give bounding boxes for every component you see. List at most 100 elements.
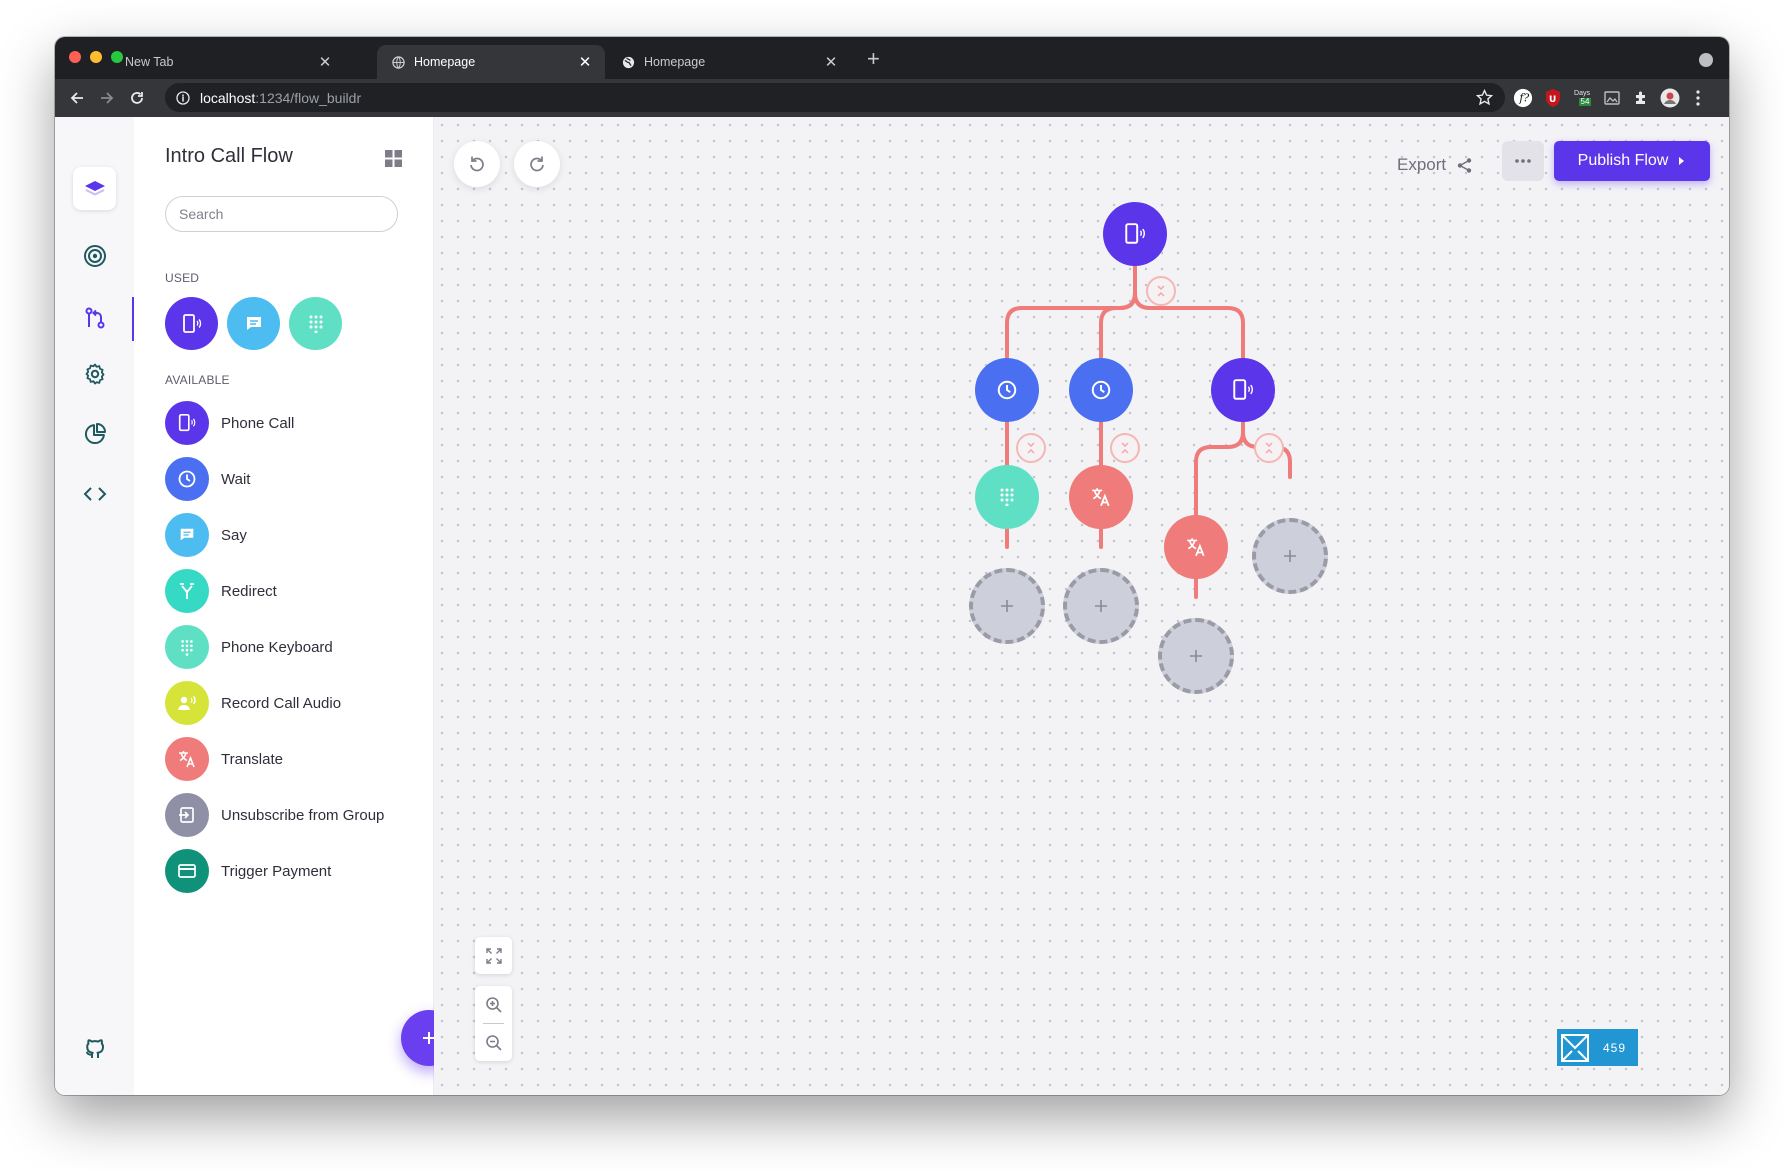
flow-node-phone-keyboard[interactable] xyxy=(975,465,1039,529)
zoom-in-button[interactable] xyxy=(475,986,512,1023)
collapse-toggle[interactable] xyxy=(1016,433,1046,463)
add-step-placeholder[interactable] xyxy=(1158,618,1234,694)
flow-graph xyxy=(434,117,1729,1095)
clock-icon xyxy=(165,457,209,501)
target-icon[interactable] xyxy=(82,243,108,269)
new-tab-button[interactable]: + xyxy=(867,48,880,70)
browser-menu-icon[interactable] xyxy=(1688,88,1708,108)
flow-title: Intro Call Flow xyxy=(165,145,293,167)
nav-rail xyxy=(55,117,135,1095)
flow-branch-icon[interactable] xyxy=(82,305,108,331)
tab-search-icon[interactable] xyxy=(1699,53,1713,67)
expand-icon xyxy=(485,947,502,964)
add-step-placeholder[interactable] xyxy=(969,568,1045,644)
grid-view-icon[interactable] xyxy=(385,150,402,167)
available-redirect[interactable]: Redirect xyxy=(165,569,277,613)
tab-close-icon[interactable]: ✕ xyxy=(317,54,333,71)
fit-view-control xyxy=(475,937,512,974)
flow-node-phone-call-2[interactable] xyxy=(1211,358,1275,422)
available-phone-call[interactable]: Phone Call xyxy=(165,401,294,445)
flow-node-wait-1[interactable] xyxy=(975,358,1039,422)
node-label: Record Call Audio xyxy=(221,694,342,712)
github-icon[interactable] xyxy=(82,1037,108,1063)
plus-icon xyxy=(1095,600,1107,612)
tab-new-tab[interactable]: New Tab ✕ xyxy=(125,45,345,79)
collapse-chevrons-icon xyxy=(1157,285,1165,297)
available-wait[interactable]: Wait xyxy=(165,457,250,501)
collapse-toggle[interactable] xyxy=(1146,276,1176,306)
used-phone-keyboard-node[interactable] xyxy=(289,297,342,350)
tab-close-icon[interactable]: ✕ xyxy=(577,54,593,71)
node-label: Wait xyxy=(221,470,251,488)
flow-node-wait-2[interactable] xyxy=(1069,358,1133,422)
code-icon[interactable] xyxy=(82,481,108,507)
close-window-button[interactable] xyxy=(69,51,81,63)
envelope-icon xyxy=(1561,1033,1589,1062)
tab-strip: New Tab ✕ Homepage ✕ Homepage ✕ + xyxy=(55,37,1729,79)
available-record-call-audio[interactable]: Record Call Audio xyxy=(165,681,341,725)
used-phone-call-node[interactable] xyxy=(165,297,218,350)
phone-icon xyxy=(182,313,201,333)
collapse-toggle[interactable] xyxy=(1110,433,1140,463)
bookmark-star-icon[interactable] xyxy=(1476,89,1493,106)
used-section-label: USED xyxy=(165,271,200,285)
tab-homepage[interactable]: Homepage ✕ xyxy=(607,45,851,79)
info-icon[interactable] xyxy=(176,90,190,105)
available-phone-keyboard[interactable]: Phone Keyboard xyxy=(165,625,333,669)
fit-view-button[interactable] xyxy=(475,937,512,974)
reload-icon[interactable] xyxy=(127,88,147,108)
node-label: Say xyxy=(221,526,247,544)
minimize-window-button[interactable] xyxy=(90,51,102,63)
flow-node-translate-1[interactable] xyxy=(1069,465,1133,529)
ublock-icon[interactable]: U xyxy=(1543,88,1563,108)
redirect-icon xyxy=(165,569,209,613)
flow-node-phone-call-root[interactable] xyxy=(1103,202,1167,266)
unsubscribe-icon xyxy=(165,793,209,837)
profile-avatar-icon[interactable] xyxy=(1660,88,1680,108)
gear-icon[interactable] xyxy=(82,361,108,387)
back-arrow-icon[interactable] xyxy=(67,88,87,108)
node-label: Redirect xyxy=(221,582,277,600)
flow-canvas[interactable]: Export Publish Flow 459 xyxy=(434,117,1729,1095)
collapse-toggle[interactable] xyxy=(1254,433,1284,463)
search-input[interactable] xyxy=(165,196,398,232)
tab-close-icon[interactable]: ✕ xyxy=(823,54,839,71)
available-trigger-payment[interactable]: Trigger Payment xyxy=(165,849,331,893)
days-counter-icon[interactable]: Days 54 xyxy=(1572,88,1592,108)
phone-icon xyxy=(1125,223,1145,244)
plus-icon xyxy=(1190,650,1202,662)
keypad-icon xyxy=(165,625,209,669)
clock-icon xyxy=(1091,380,1111,400)
counter-badge[interactable]: 459 xyxy=(1557,1029,1638,1066)
tab-title: Homepage xyxy=(644,55,706,69)
collapse-chevrons-icon xyxy=(1121,442,1129,454)
available-section-label: AVAILABLE xyxy=(165,373,230,387)
zoom-out-button[interactable] xyxy=(475,1024,512,1061)
node-label: Unsubscribe from Group xyxy=(221,806,385,824)
address-bar[interactable]: localhost:1234/flow_buildr xyxy=(165,83,1505,112)
card-icon xyxy=(165,849,209,893)
record-icon xyxy=(165,681,209,725)
flow-node-translate-2[interactable] xyxy=(1164,515,1228,579)
available-unsubscribe-from-group[interactable]: Unsubscribe from Group xyxy=(165,793,384,837)
pie-chart-icon[interactable] xyxy=(82,421,108,447)
globe-icon xyxy=(621,55,635,69)
translate-icon xyxy=(1092,488,1110,507)
flow-builder-app: Intro Call Flow USED AVAILABLE Phone Cal… xyxy=(55,117,1729,1095)
add-step-placeholder[interactable] xyxy=(1252,518,1328,594)
tab-title: Homepage xyxy=(414,55,476,69)
tab-homepage-active[interactable]: Homepage ✕ xyxy=(377,45,605,79)
add-step-placeholder[interactable] xyxy=(1063,568,1139,644)
used-say-node[interactable] xyxy=(227,297,280,350)
maximize-window-button[interactable] xyxy=(111,51,123,63)
font-extension-icon[interactable]: f? xyxy=(1513,88,1533,108)
toolbar: localhost:1234/flow_buildr f? U Days 54 xyxy=(55,79,1729,118)
available-translate[interactable]: Translate xyxy=(165,737,283,781)
available-say[interactable]: Say xyxy=(165,513,247,557)
forward-arrow-icon[interactable] xyxy=(97,88,117,108)
badge-count: 459 xyxy=(1603,1040,1627,1055)
image-extension-icon[interactable] xyxy=(1602,88,1622,108)
app-logo[interactable] xyxy=(73,167,116,210)
extensions-puzzle-icon[interactable] xyxy=(1631,88,1651,108)
phone-icon xyxy=(1233,379,1253,400)
